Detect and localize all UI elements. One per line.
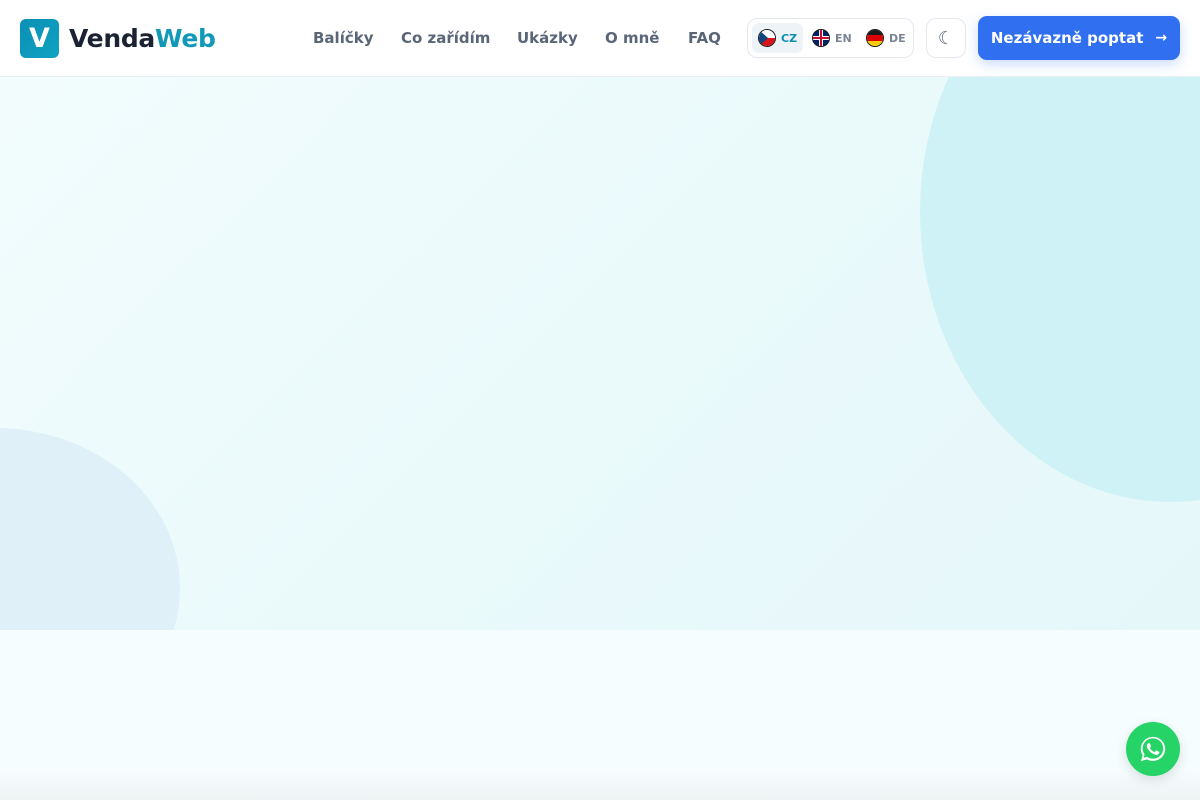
logo-text-part1: Venda xyxy=(69,24,156,53)
nav-link-examples[interactable]: Ukázky xyxy=(517,29,578,47)
nav-link-about[interactable]: O mně xyxy=(605,29,659,47)
hero-section xyxy=(0,77,1200,630)
moon-icon: ☾ xyxy=(937,27,955,49)
nav-link-packages[interactable]: Balíčky xyxy=(313,29,373,47)
whatsapp-icon xyxy=(1140,736,1166,762)
arrow-right-icon: → xyxy=(1155,30,1168,46)
bottom-fade xyxy=(0,770,1200,800)
theme-toggle-button[interactable]: ☾ xyxy=(926,18,966,58)
lang-code-cz: CZ xyxy=(781,31,798,45)
lang-option-cz[interactable]: CZ xyxy=(752,23,804,53)
czech-flag-icon xyxy=(758,29,776,47)
logo-text-part2: Web xyxy=(155,24,216,53)
decorative-blob-right xyxy=(920,77,1200,502)
decorative-blob-left xyxy=(0,428,180,630)
logo-text: VendaWeb xyxy=(69,24,216,53)
lang-option-de[interactable]: DE xyxy=(860,23,912,53)
logo[interactable]: V VendaWeb xyxy=(20,19,216,58)
whatsapp-button[interactable] xyxy=(1126,722,1180,776)
german-flag-icon xyxy=(866,29,884,47)
site-header: V VendaWeb Balíčky Co zařídím Ukázky O m… xyxy=(0,0,1200,77)
inquiry-button[interactable]: Nezávazně poptat → xyxy=(978,16,1180,60)
lang-code-en: EN xyxy=(835,31,852,45)
uk-flag-icon xyxy=(812,29,830,47)
inquiry-button-label: Nezávazně poptat xyxy=(990,29,1144,47)
language-switcher: CZ EN DE xyxy=(747,18,914,58)
lang-code-de: DE xyxy=(889,31,906,45)
lang-option-en[interactable]: EN xyxy=(806,23,858,53)
nav-link-services[interactable]: Co zařídím xyxy=(401,29,490,47)
nav-link-faq[interactable]: FAQ xyxy=(688,29,721,47)
logo-mark: V xyxy=(20,19,59,58)
